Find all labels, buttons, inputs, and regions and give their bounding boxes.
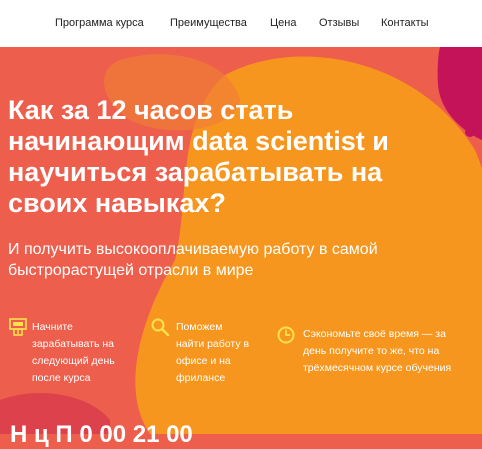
hero-subheadline: И получить высокооплачиваемую работу в с… <box>8 239 478 281</box>
feature-earn-line: после курса <box>32 372 91 384</box>
nav-item-program[interactable]: Программа курса <box>55 17 144 30</box>
hero-headline-line: своих навыках? <box>8 188 226 218</box>
hero-subheadline-line: И получить высокооплачиваемую работу в с… <box>8 241 378 258</box>
money-icon <box>9 318 27 336</box>
nav-item-reviews[interactable]: Отзывы <box>319 17 359 30</box>
feature-job-text: Поможем найти работу в офисе и на фрилан… <box>176 319 249 387</box>
hero-headline-line: начинающим data scientist и <box>8 126 389 156</box>
search-icon <box>151 318 170 337</box>
feature-time-line: трёхмесячном курсе обучения <box>303 362 452 374</box>
feature-earn-line: следующий день <box>32 355 115 367</box>
feature-time-line: день получите то же, что на <box>303 345 440 357</box>
nav-item-contacts[interactable]: Контакты <box>381 17 429 30</box>
feature-job-line: офисе и на <box>176 355 231 367</box>
feature-earn-text: Начните зарабатывать на следующий день п… <box>32 319 115 387</box>
hero-headline-line: Как за 12 часов стать <box>8 95 294 125</box>
clock-icon <box>277 326 295 344</box>
hero-subheadline-line: быстрорастущей отрасли в мире <box>8 262 254 279</box>
feature-job-line: Поможем <box>176 321 223 333</box>
feature-time-text: Сэкономьте своё время — за день получите… <box>303 326 451 377</box>
feature-job-line: найти работу в <box>176 338 250 350</box>
hero-headline: Как за 12 часов стать начинающим data sc… <box>8 95 478 219</box>
feature-job-line: фрилансе <box>176 372 226 384</box>
nav-item-price[interactable]: Цена <box>270 17 296 30</box>
feature-earn-line: зарабатывать на <box>32 338 114 350</box>
feature-earn-line: Начните <box>32 321 73 333</box>
feature-time-line: Сэкономьте своё время — за <box>303 328 446 340</box>
cut-off-heading: Н ц П 0 00 21 00 <box>10 421 193 448</box>
hero-headline-line: научиться зарабатывать на <box>8 157 383 187</box>
top-navigation: Программа курса Преимущества Цена Отзывы… <box>0 0 482 47</box>
nav-item-advantages[interactable]: Преимущества <box>170 17 247 30</box>
